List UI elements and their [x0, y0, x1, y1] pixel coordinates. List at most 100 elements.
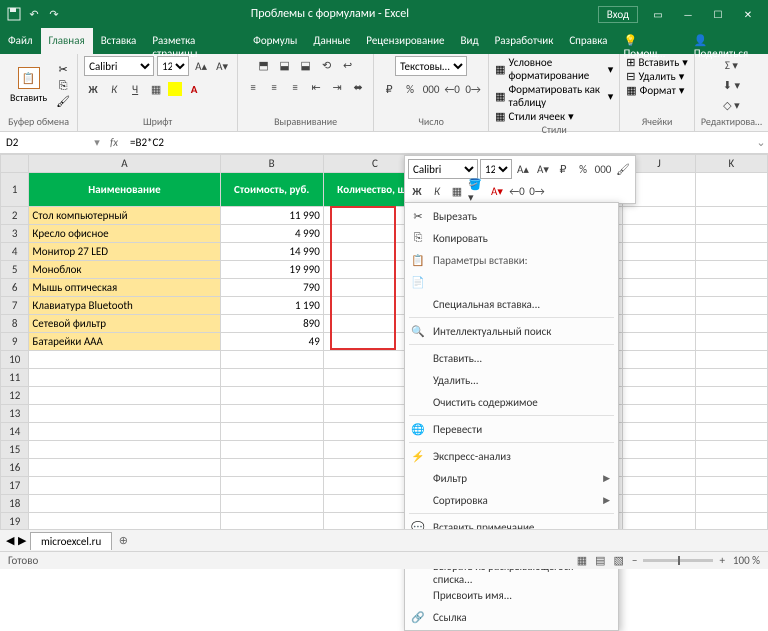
cell[interactable]	[220, 387, 323, 405]
ribbon-options-icon[interactable]: ▭	[644, 4, 672, 24]
decrease-font-icon[interactable]: A▾	[534, 160, 552, 178]
redo-icon[interactable]: ↷	[46, 6, 62, 22]
cell[interactable]: Батарейки AAA	[29, 333, 220, 351]
ctx-copy[interactable]: ⎘Копировать	[405, 227, 618, 249]
cell[interactable]	[220, 459, 323, 477]
row-header[interactable]: 3	[1, 225, 29, 243]
tell-me[interactable]: 💡 Помощ…	[615, 28, 685, 54]
row-header[interactable]: 16	[1, 459, 29, 477]
align-top-icon[interactable]: ⬒	[255, 56, 273, 74]
tab-formulas[interactable]: Формулы	[245, 28, 305, 54]
cell[interactable]	[623, 387, 695, 405]
cell[interactable]	[695, 459, 767, 477]
cell[interactable]	[695, 279, 767, 297]
cell[interactable]	[623, 351, 695, 369]
close-icon[interactable]: ✕	[734, 4, 762, 24]
cell[interactable]: 890	[220, 315, 323, 333]
ctx-cut[interactable]: ✂Вырезать	[405, 205, 618, 227]
cell[interactable]	[695, 207, 767, 225]
clear-icon[interactable]: ◇ ▾	[722, 96, 740, 114]
cell[interactable]	[695, 477, 767, 495]
login-button[interactable]: Вход	[598, 6, 638, 23]
zoom-out-icon[interactable]: −	[632, 554, 637, 567]
tab-insert[interactable]: Вставка	[93, 28, 145, 54]
row-header[interactable]: 19	[1, 513, 29, 531]
wrap-text-icon[interactable]: ↩	[339, 56, 357, 74]
border-icon[interactable]: ▦	[147, 80, 165, 98]
row-header[interactable]: 1	[1, 173, 29, 207]
sheet-nav-next-icon[interactable]: ▶	[18, 534, 26, 547]
cell[interactable]	[220, 369, 323, 387]
cell[interactable]	[623, 423, 695, 441]
orientation-icon[interactable]: ⟲	[318, 56, 336, 74]
cell[interactable]	[695, 333, 767, 351]
mini-font-select[interactable]: Calibri	[408, 159, 478, 179]
cell[interactable]	[623, 459, 695, 477]
zoom-control[interactable]: − +	[632, 554, 725, 567]
ctx-link[interactable]: 🔗Ссылка	[405, 606, 618, 628]
row-header[interactable]: 13	[1, 405, 29, 423]
maximize-icon[interactable]: ☐	[704, 4, 732, 24]
row-header[interactable]: 7	[1, 297, 29, 315]
cell[interactable]: Мышь оптическая	[29, 279, 220, 297]
select-all-corner[interactable]	[1, 155, 29, 173]
view-normal-icon[interactable]: ▦	[577, 554, 587, 567]
increase-decimal-icon[interactable]: 0→	[528, 182, 546, 200]
cell[interactable]	[623, 441, 695, 459]
view-pagebreak-icon[interactable]: ▧	[614, 554, 624, 567]
comma-icon[interactable]: 000	[422, 80, 440, 98]
cell[interactable]	[623, 369, 695, 387]
add-sheet-icon[interactable]: ⊕	[114, 532, 132, 550]
border-icon[interactable]: ▦	[448, 182, 466, 200]
col-header[interactable]: A	[29, 155, 220, 173]
expand-formula-icon[interactable]: ⌄	[754, 136, 768, 149]
ctx-paste-special[interactable]: Специальная вставка...	[405, 293, 618, 315]
insert-cells-button[interactable]: ⊞Вставить ▾	[626, 56, 688, 69]
cut-icon[interactable]: ✂	[55, 63, 71, 77]
ctx-clear[interactable]: Очистить содержимое	[405, 391, 618, 413]
zoom-in-icon[interactable]: +	[719, 554, 724, 567]
cell[interactable]: 11 990	[220, 207, 323, 225]
delete-cells-button[interactable]: ⊟Удалить ▾	[626, 70, 684, 83]
format-painter-icon[interactable]: 🖌	[55, 95, 71, 109]
cell[interactable]	[695, 225, 767, 243]
bold-button[interactable]: Ж	[84, 80, 102, 98]
increase-font-icon[interactable]: A▴	[192, 57, 210, 75]
row-header[interactable]: 18	[1, 495, 29, 513]
minimize-icon[interactable]: —	[674, 4, 702, 24]
cell[interactable]	[29, 405, 220, 423]
cell[interactable]	[695, 243, 767, 261]
cell[interactable]: Наименование	[29, 173, 220, 207]
cell[interactable]: Монитор 27 LED	[29, 243, 220, 261]
cell[interactable]	[695, 423, 767, 441]
cell[interactable]: Кресло офисное	[29, 225, 220, 243]
undo-icon[interactable]: ↶	[26, 6, 42, 22]
cell[interactable]	[623, 315, 695, 333]
fill-color-icon[interactable]: 🪣▾	[468, 182, 486, 200]
cell[interactable]	[623, 333, 695, 351]
tab-view[interactable]: Вид	[453, 28, 487, 54]
conditional-formatting-button[interactable]: ▦Условное форматирование ▾	[495, 56, 613, 82]
cell[interactable]	[695, 405, 767, 423]
ctx-filter[interactable]: Фильтр▶	[405, 467, 618, 489]
ctx-insert[interactable]: Вставить...	[405, 347, 618, 369]
cell[interactable]: Моноблок	[29, 261, 220, 279]
cell[interactable]	[623, 279, 695, 297]
align-middle-icon[interactable]: ⬓	[276, 56, 294, 74]
name-box-input[interactable]	[0, 134, 90, 151]
col-header[interactable]: K	[695, 155, 767, 173]
tab-developer[interactable]: Разработчик	[487, 28, 562, 54]
bold-button[interactable]: Ж	[408, 182, 426, 200]
cell[interactable]	[220, 513, 323, 531]
cell[interactable]	[29, 477, 220, 495]
cell[interactable]	[220, 477, 323, 495]
cell[interactable]	[220, 351, 323, 369]
cell[interactable]	[695, 173, 767, 207]
tab-home[interactable]: Главная	[41, 28, 93, 54]
cell[interactable]	[623, 207, 695, 225]
col-header[interactable]: B	[220, 155, 323, 173]
increase-font-icon[interactable]: A▴	[514, 160, 532, 178]
cell[interactable]	[220, 423, 323, 441]
cell[interactable]	[29, 387, 220, 405]
tab-file[interactable]: Файл	[0, 28, 41, 54]
